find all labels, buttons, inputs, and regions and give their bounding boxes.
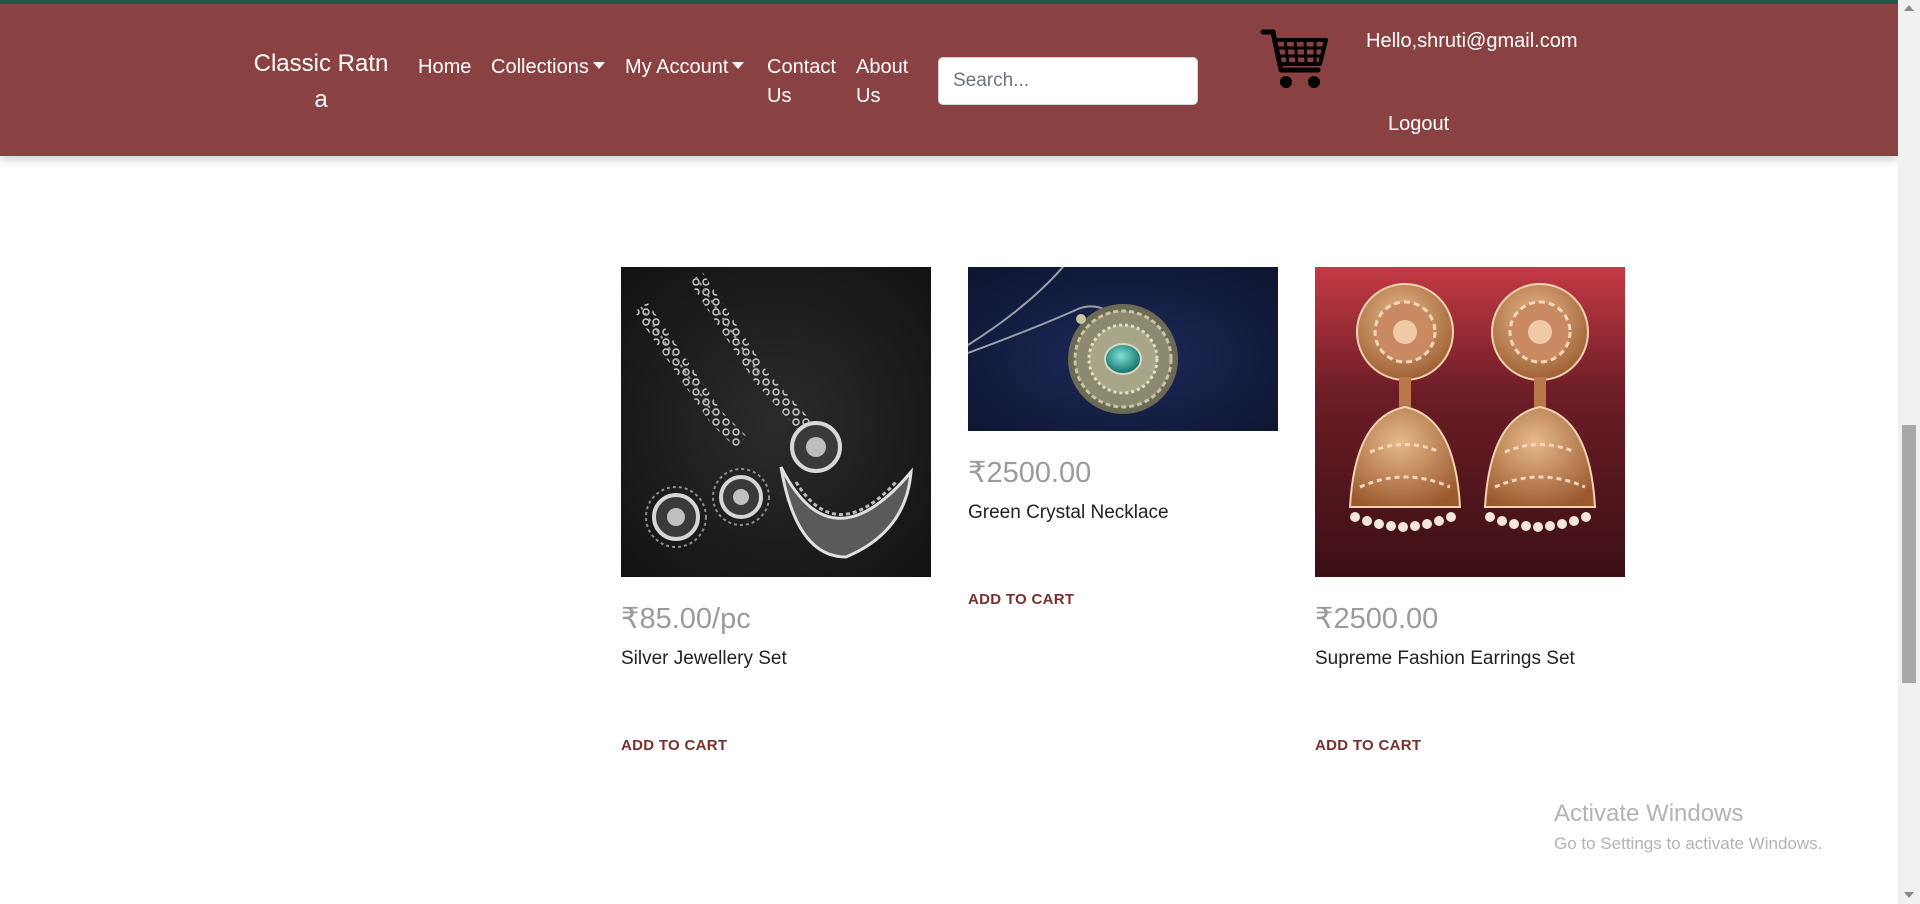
nav-collections-label: Collections: [491, 56, 589, 78]
scroll-up-arrow-icon[interactable]: [1904, 5, 1914, 11]
product-name[interactable]: Supreme Fashion Earrings Set: [1315, 648, 1575, 670]
nav-contact-us[interactable]: Contact Us: [767, 53, 836, 111]
product-price: ₹2500.00: [1315, 603, 1439, 635]
product-image[interactable]: [968, 267, 1278, 431]
navbar: Classic Ratn a Home Collections My Accou…: [0, 4, 1898, 156]
user-greeting: Hello,shruti@gmail.com: [1366, 30, 1578, 52]
scroll-down-arrow-icon[interactable]: [1904, 892, 1914, 898]
nav-contact-line1: Contact: [767, 56, 836, 78]
caret-down-icon: [732, 62, 745, 69]
add-to-cart-button[interactable]: ADD TO CART: [621, 737, 727, 754]
watermark-subtitle: Go to Settings to activate Windows.: [1554, 834, 1823, 853]
product-name[interactable]: Green Crystal Necklace: [968, 502, 1169, 524]
search-input[interactable]: [938, 57, 1198, 105]
caret-down-icon: [592, 62, 605, 69]
add-to-cart-button[interactable]: ADD TO CART: [968, 591, 1074, 608]
shopping-cart-icon[interactable]: [1260, 26, 1330, 92]
product-price: ₹2500.00: [968, 457, 1092, 489]
nav-contact-line2: Us: [767, 85, 792, 107]
brand-logo[interactable]: Classic Ratn a: [248, 46, 394, 118]
logout-link[interactable]: Logout: [1388, 113, 1449, 136]
product-image[interactable]: [1315, 267, 1625, 577]
nav-about-line2: Us: [856, 85, 881, 107]
product-image[interactable]: [621, 267, 931, 577]
product-name[interactable]: Silver Jewellery Set: [621, 648, 787, 670]
vertical-scrollbar[interactable]: [1898, 0, 1920, 904]
nav-about-line1: About: [856, 56, 909, 78]
scrollbar-thumb[interactable]: [1902, 425, 1916, 683]
nav-collections-dropdown[interactable]: Collections: [491, 53, 605, 82]
windows-activation-watermark: Activate Windows Go to Settings to activ…: [1554, 800, 1822, 854]
add-to-cart-button[interactable]: ADD TO CART: [1315, 737, 1421, 754]
watermark-title: Activate Windows: [1554, 800, 1744, 827]
nav-about-us[interactable]: About Us: [856, 53, 908, 111]
nav-home[interactable]: Home: [418, 53, 471, 82]
product-price: ₹85.00/pc: [621, 603, 751, 635]
nav-my-account-label: My Account: [625, 56, 729, 78]
nav-my-account-dropdown[interactable]: My Account: [625, 53, 745, 82]
